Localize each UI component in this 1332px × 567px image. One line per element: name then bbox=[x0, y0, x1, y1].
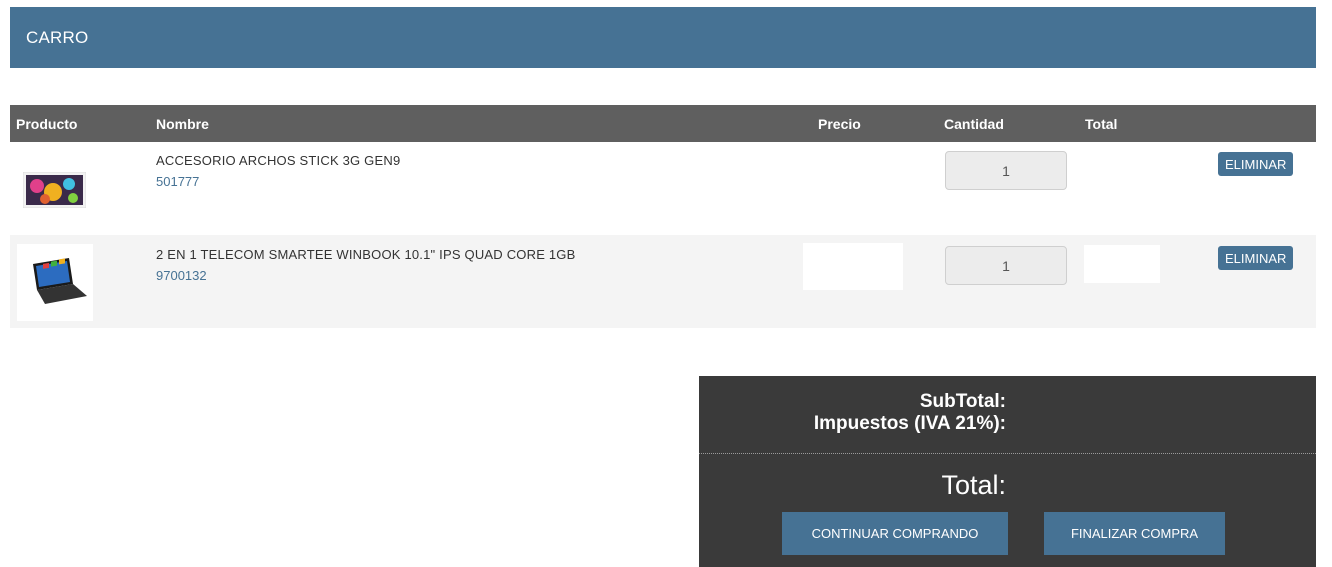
total-cell bbox=[1084, 245, 1160, 283]
total-label: Total: bbox=[941, 470, 1006, 500]
product-name[interactable]: ACCESORIO ARCHOS STICK 3G GEN9 bbox=[156, 153, 400, 168]
tax-label: Impuestos (IVA 21%): bbox=[813, 413, 1006, 434]
product-sku[interactable]: 501777 bbox=[156, 174, 199, 189]
column-header-nombre: Nombre bbox=[156, 116, 209, 132]
cart-header: CARRO bbox=[10, 7, 1316, 68]
column-header-precio: Precio bbox=[818, 116, 861, 132]
subtotal-label: SubTotal: bbox=[919, 391, 1006, 412]
quantity-input[interactable] bbox=[945, 246, 1067, 285]
quantity-input[interactable] bbox=[945, 151, 1067, 190]
remove-button[interactable]: ELIMINAR bbox=[1218, 152, 1294, 176]
product-name[interactable]: 2 EN 1 TELECOM SMARTEE WINBOOK 10.1" IPS… bbox=[156, 247, 576, 262]
column-header-producto: Producto bbox=[16, 116, 78, 132]
checkout-button[interactable]: FINALIZAR COMPRA bbox=[1044, 512, 1225, 555]
summary-divider bbox=[699, 453, 1316, 454]
price-cell bbox=[803, 243, 903, 290]
table-header: Producto Nombre Precio Cantidad Total bbox=[10, 105, 1316, 142]
cart-summary: SubTotal: Impuestos (IVA 21%): Total: CO… bbox=[699, 376, 1316, 567]
table-row: ACCESORIO ARCHOS STICK 3G GEN9 501777 EL… bbox=[10, 142, 1316, 235]
continue-shopping-button[interactable]: CONTINUAR COMPRANDO bbox=[782, 512, 1008, 555]
column-header-total: Total bbox=[1085, 116, 1118, 132]
table-row: 2 EN 1 TELECOM SMARTEE WINBOOK 10.1" IPS… bbox=[10, 235, 1316, 328]
product-sku[interactable]: 9700132 bbox=[156, 268, 207, 283]
page-title: CARRO bbox=[26, 28, 89, 47]
column-header-cantidad: Cantidad bbox=[944, 116, 1004, 132]
product-image[interactable] bbox=[17, 244, 93, 321]
product-image[interactable] bbox=[22, 171, 87, 209]
remove-button[interactable]: ELIMINAR bbox=[1218, 246, 1294, 270]
